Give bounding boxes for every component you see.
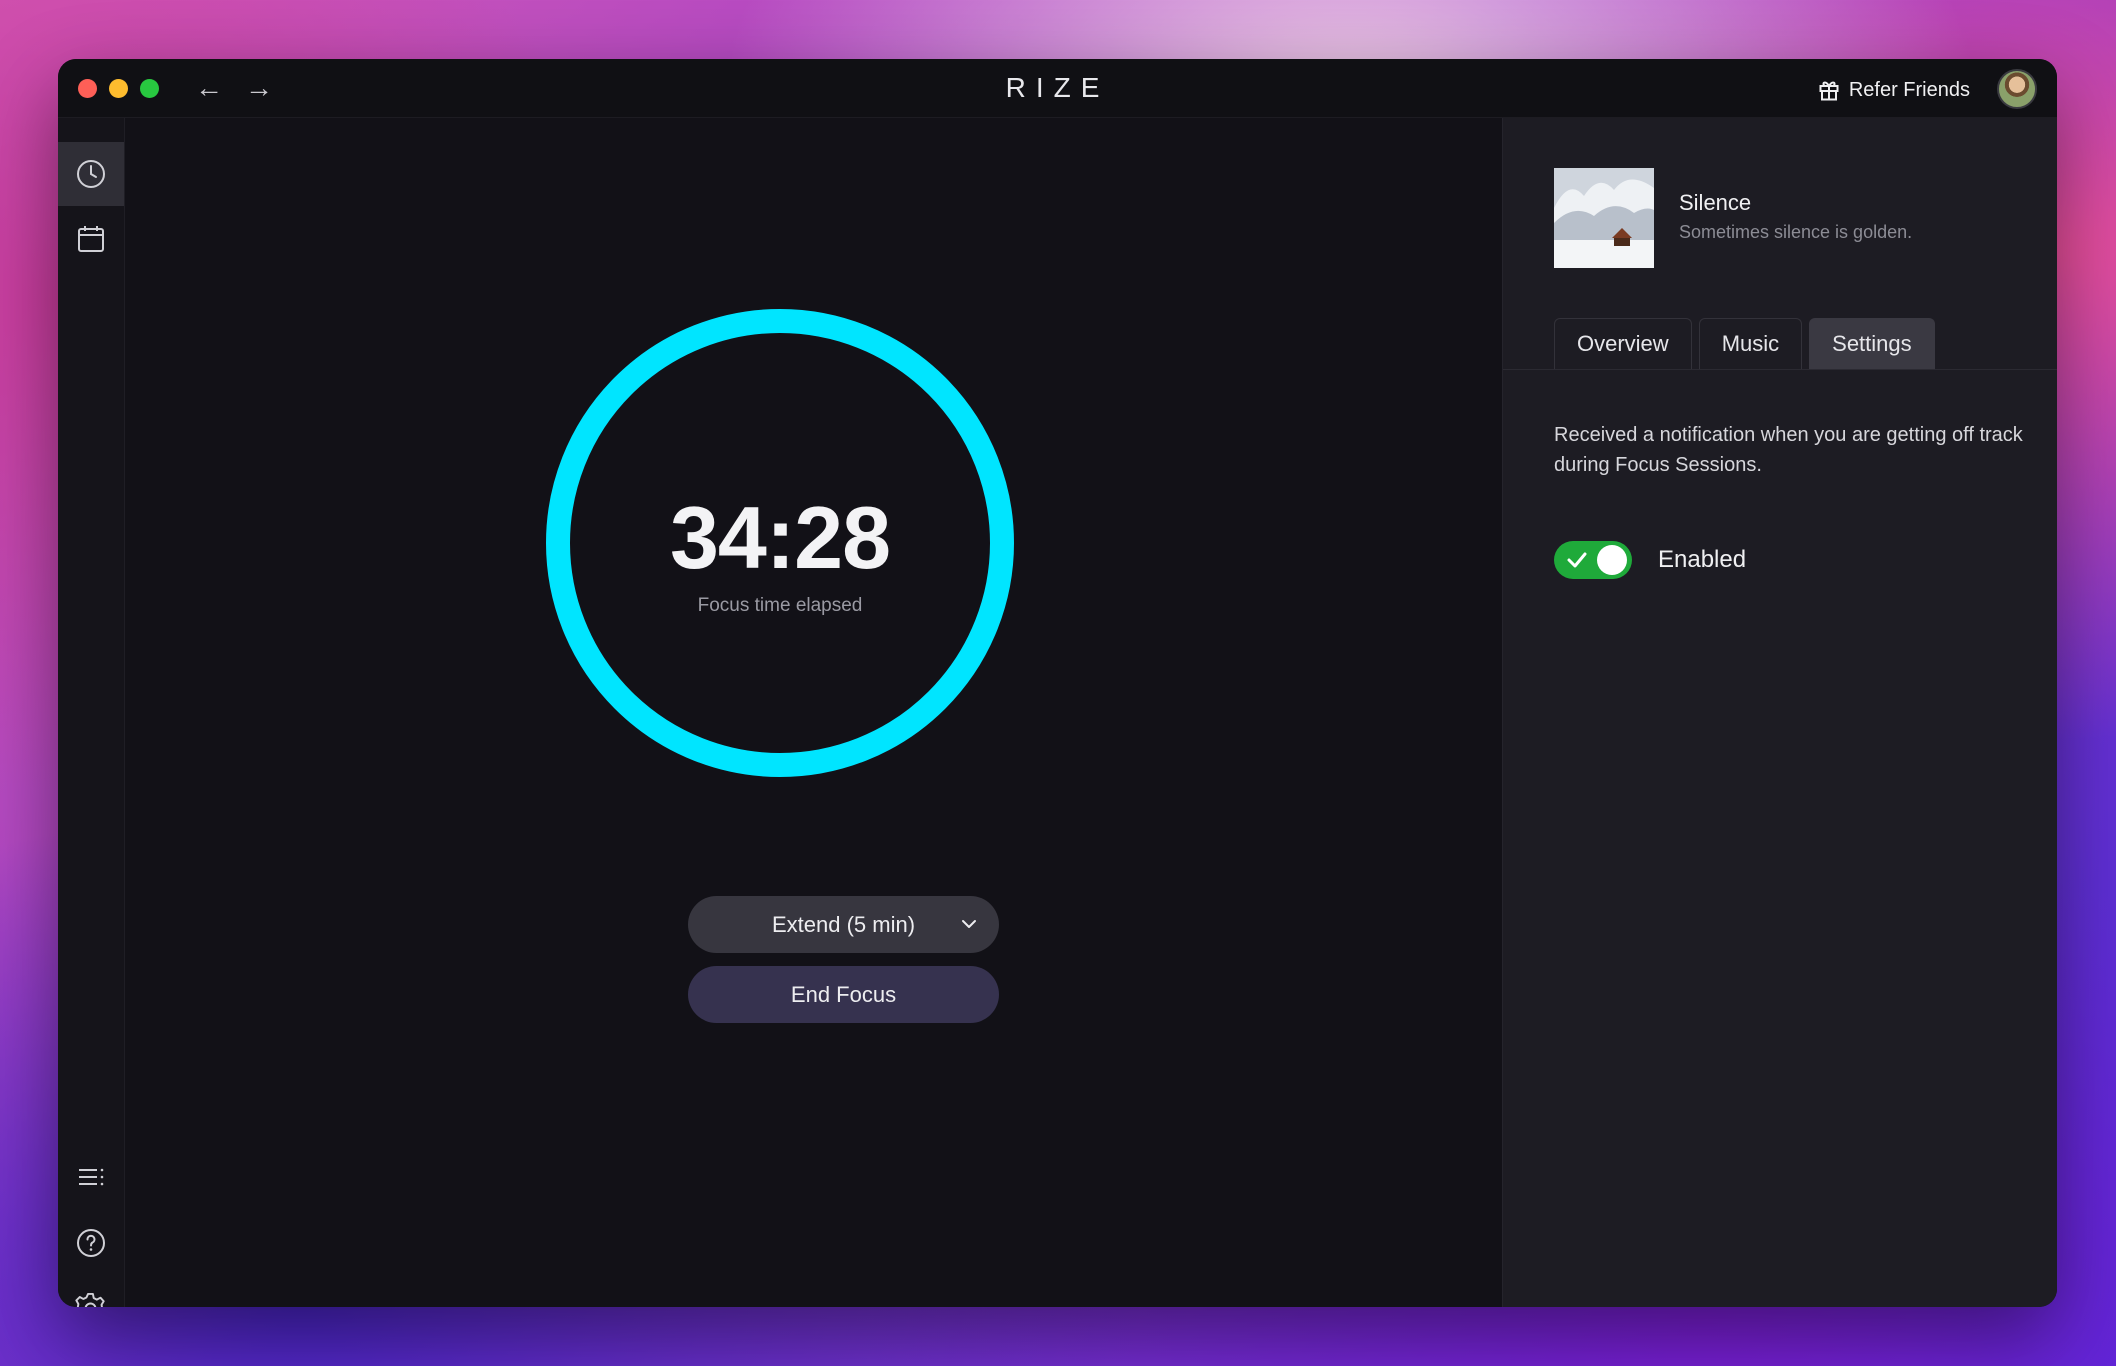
end-focus-button[interactable]: End Focus [688,966,999,1023]
refer-friends-label: Refer Friends [1848,78,1970,101]
focus-timer: 34:28 [669,488,891,587]
sidebar-item-calendar[interactable] [58,207,124,271]
sidebar-item-list[interactable] [58,1145,124,1209]
user-avatar[interactable] [1997,69,2037,109]
track-title: Silence [1679,190,1752,215]
gear-icon [75,1292,105,1307]
tab-overview[interactable]: Overview [1554,318,1692,369]
app-window: ← → RIZE Refer Friends 34:28 Focus time … [58,59,2057,1307]
toggle-knob [1597,545,1627,575]
tab-settings[interactable]: Settings [1809,318,1935,369]
track-subtitle: Sometimes silence is golden. [1679,222,1913,242]
calendar-icon [78,226,104,252]
check-icon [1567,552,1587,568]
gift-icon [1819,81,1839,101]
tab-divider [1503,369,2057,370]
focus-view: 34:28 Focus time elapsed Extend (5 min) … [125,118,1501,1307]
sidebar [58,118,125,1307]
clock-icon [77,160,105,188]
sidebar-item-help[interactable] [58,1211,124,1275]
refer-friends-button[interactable]: Refer Friends [1819,75,1970,105]
snow-cabin-image [1554,168,1654,268]
help-icon [77,1229,105,1257]
notification-toggle[interactable] [1554,541,1632,579]
extend-button-label: Extend (5 min) [771,911,916,937]
panel-tabs: Overview Music Settings [1554,318,1935,369]
end-focus-label: End Focus [790,981,897,1007]
chevron-down-icon[interactable] [959,914,979,934]
sidebar-item-settings[interactable] [58,1277,124,1307]
list-icon [79,1168,104,1186]
toggle-label: Enabled [1658,546,1747,573]
tab-music[interactable]: Music [1698,318,1803,369]
sidebar-item-focus[interactable] [58,142,124,206]
title-bar: ← → RIZE Refer Friends [58,59,2057,118]
side-panel: Silence Sometimes silence is golden. Ove… [1502,118,2057,1307]
focus-timer-label: Focus time elapsed [697,595,863,616]
extend-button[interactable]: Extend (5 min) [688,896,999,953]
app-title: RIZE [1005,72,1110,103]
settings-description: Received a notification when you are get… [1554,424,2023,476]
track-thumbnail [1554,168,1654,268]
